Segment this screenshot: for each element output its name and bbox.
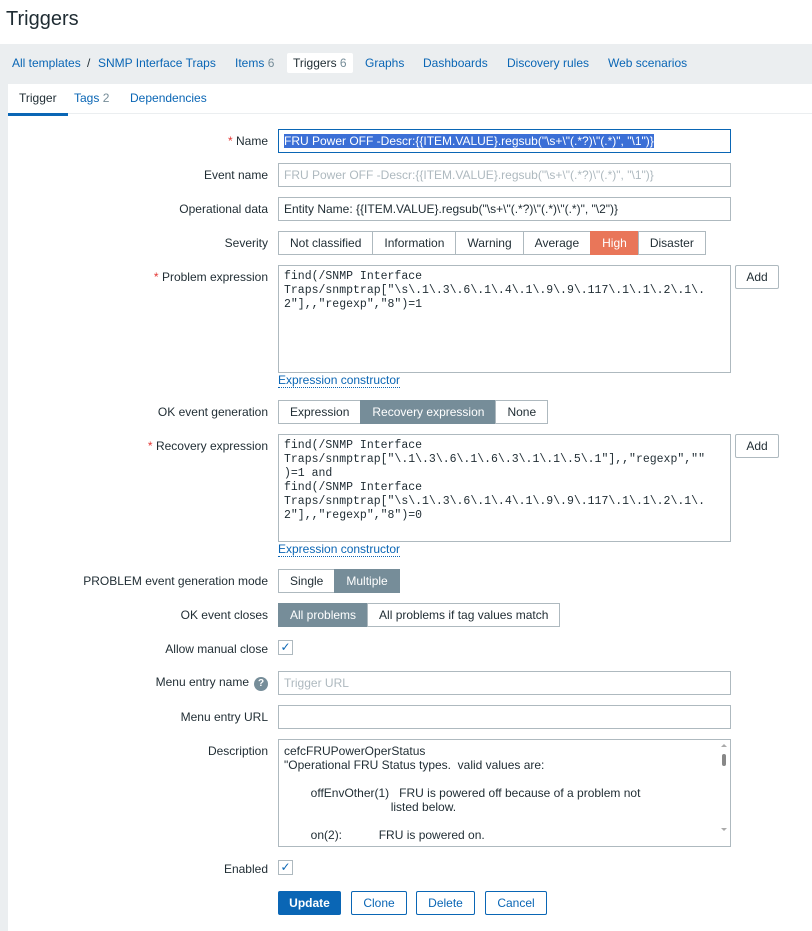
severity-disaster[interactable]: Disaster: [637, 231, 706, 255]
name-label-text: Name: [235, 134, 268, 148]
enabled-checkbox[interactable]: ✓: [278, 860, 293, 875]
recovery-add-button[interactable]: Add: [735, 434, 779, 458]
mode-single[interactable]: Single: [278, 569, 336, 593]
menu-entry-url-input[interactable]: [278, 705, 731, 729]
opdata-label: Operational data: [179, 202, 268, 216]
ok-gen-recovery-expression[interactable]: Recovery expression: [360, 400, 497, 424]
event-name-label: Event name: [203, 168, 268, 182]
ok-gen-none[interactable]: None: [495, 400, 549, 424]
description-text: cefcFRUPowerOperStatus "Operational FRU …: [284, 744, 641, 842]
nav-dashboards[interactable]: Dashboards: [423, 56, 488, 70]
recovery-expression-label: * Recovery expression: [147, 439, 268, 453]
problem-expression-label-text: Problem expression: [161, 270, 268, 284]
severity-selector: Not classified Information Warning Avera…: [278, 231, 706, 255]
nav-triggers-label: Triggers: [293, 56, 337, 70]
menu-entry-name-placeholder: Trigger URL: [284, 676, 349, 690]
description-scrollbar[interactable]: [720, 742, 728, 842]
breadcrumb-separator: /: [87, 56, 91, 70]
name-input[interactable]: FRU Power OFF -Descr:{{ITEM.VALUE}.regsu…: [278, 129, 731, 153]
nav-items-label: Items: [235, 56, 265, 70]
page-title: Triggers: [6, 8, 79, 30]
breadcrumb-template[interactable]: SNMP Interface Traps: [98, 56, 216, 70]
severity-high[interactable]: High: [590, 231, 639, 255]
ok-closes-selector: All problems All problems if tag values …: [278, 603, 561, 627]
tab-tags[interactable]: Tags 2: [74, 91, 109, 105]
severity-average[interactable]: Average: [522, 231, 592, 255]
recovery-expression-constructor-link[interactable]: Expression constructor: [278, 543, 401, 557]
page-header: Triggers: [0, 0, 812, 44]
name-input-value: FRU Power OFF -Descr:{{ITEM.VALUE}.regsu…: [284, 134, 654, 148]
closes-all-problems[interactable]: All problems: [278, 603, 369, 627]
help-icon[interactable]: ?: [254, 677, 268, 691]
breadcrumb-nav: All templates / SNMP Interface Traps Ite…: [0, 44, 812, 84]
nav-triggers-count: 6: [339, 56, 347, 70]
nav-items[interactable]: Items 6: [235, 56, 274, 70]
menu-entry-name-label: Menu entry name?: [156, 675, 268, 691]
event-name-placeholder: FRU Power OFF -Descr:{{ITEM.VALUE}.regsu…: [284, 168, 654, 182]
breadcrumb-all-templates[interactable]: All templates: [12, 56, 81, 70]
enabled-label: Enabled: [223, 862, 268, 876]
event-name-input[interactable]: FRU Power OFF -Descr:{{ITEM.VALUE}.regsu…: [278, 163, 731, 187]
recovery-expression-textarea[interactable]: find(/SNMP Interface Traps/snmptrap["\.1…: [278, 434, 731, 542]
opdata-input[interactable]: Entity Name: {{ITEM.VALUE}.regsub("\s+\"…: [278, 197, 731, 221]
name-label: * Name: [227, 134, 268, 148]
cancel-button[interactable]: Cancel: [485, 891, 547, 915]
severity-warning[interactable]: Warning: [455, 231, 524, 255]
nav-web-scenarios[interactable]: Web scenarios: [608, 56, 687, 70]
menu-entry-url-label: Menu entry URL: [180, 710, 268, 724]
form-tabs: Trigger Tags 2 Dependencies: [8, 84, 812, 116]
ok-closes-label: OK event closes: [180, 608, 268, 622]
menu-entry-name-label-text: Menu entry name: [155, 675, 249, 689]
ok-event-generation-selector: Expression Recovery expression None: [278, 400, 549, 424]
recovery-expression-label-text: Recovery expression: [155, 439, 268, 453]
tab-tags-count: 2: [102, 91, 110, 105]
problem-expression-constructor-link[interactable]: Expression constructor: [278, 374, 401, 388]
clone-button[interactable]: Clone: [351, 891, 407, 915]
problem-expression-label: * Problem expression: [153, 270, 268, 284]
severity-not-classified[interactable]: Not classified: [278, 231, 374, 255]
nav-items-count: 6: [267, 56, 275, 70]
nav-graphs[interactable]: Graphs: [365, 56, 404, 70]
update-button[interactable]: Update: [278, 891, 341, 915]
problem-mode-selector: Single Multiple: [278, 569, 400, 593]
manual-close-label: Allow manual close: [165, 642, 268, 656]
closes-tag-match[interactable]: All problems if tag values match: [367, 603, 561, 627]
ok-gen-expression[interactable]: Expression: [278, 400, 362, 424]
problem-expression-textarea[interactable]: find(/SNMP Interface Traps/snmptrap["\s\…: [278, 265, 731, 373]
problem-mode-label: PROBLEM event generation mode: [83, 574, 268, 588]
description-textarea[interactable]: cefcFRUPowerOperStatus "Operational FRU …: [278, 739, 731, 847]
severity-label: Severity: [224, 236, 268, 250]
nav-triggers[interactable]: Triggers 6: [287, 53, 353, 73]
mode-multiple[interactable]: Multiple: [334, 569, 400, 593]
manual-close-checkbox[interactable]: ✓: [278, 640, 293, 655]
menu-entry-name-input[interactable]: Trigger URL: [278, 671, 731, 695]
severity-information[interactable]: Information: [372, 231, 457, 255]
nav-discovery-rules[interactable]: Discovery rules: [507, 56, 589, 70]
problem-add-button[interactable]: Add: [735, 265, 779, 289]
description-label: Description: [207, 744, 268, 758]
delete-button[interactable]: Delete: [416, 891, 475, 915]
tab-tags-label: Tags: [74, 91, 100, 105]
ok-event-generation-label: OK event generation: [157, 405, 268, 419]
tab-dependencies[interactable]: Dependencies: [130, 91, 207, 105]
tab-trigger[interactable]: Trigger: [8, 91, 68, 116]
